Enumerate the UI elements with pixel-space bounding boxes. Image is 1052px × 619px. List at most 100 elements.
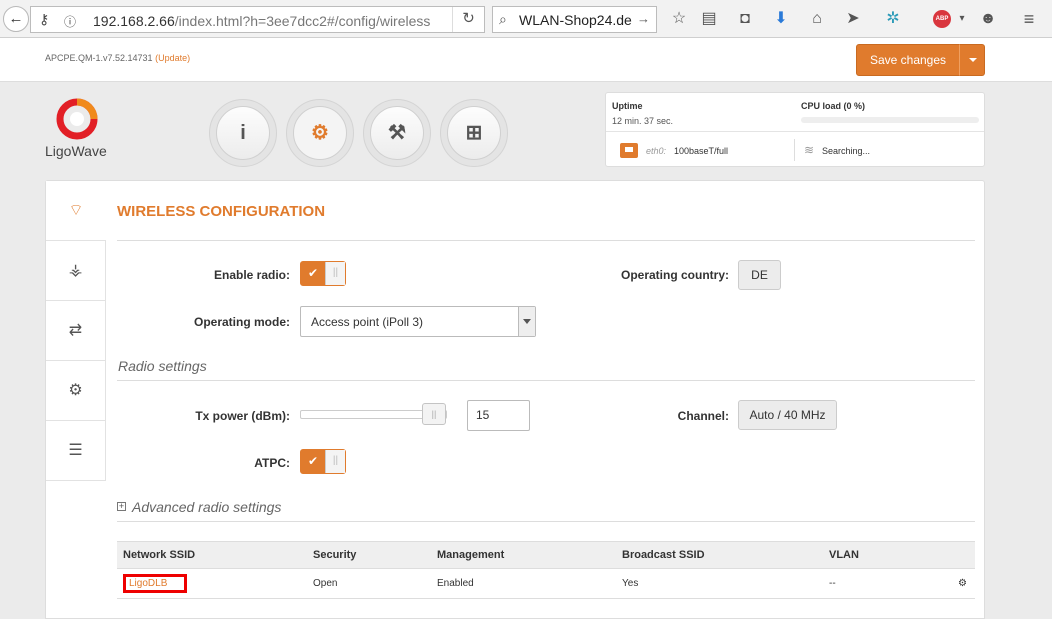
uptime-value: 12 min. 37 sec. bbox=[612, 116, 674, 126]
tx-power-slider-handle[interactable]: || bbox=[422, 403, 446, 425]
ethernet-port-icon bbox=[620, 143, 638, 158]
col-network-ssid: Network SSID bbox=[117, 541, 307, 569]
advanced-divider bbox=[117, 521, 975, 522]
operating-country-label: Operating country: bbox=[620, 268, 729, 282]
wireless-status: Searching... bbox=[822, 146, 871, 156]
cpu-load-label: CPU load (0 %) bbox=[801, 101, 866, 111]
nav-info-button[interactable]: i bbox=[209, 99, 277, 167]
ssid-link[interactable]: LigoDLB bbox=[123, 574, 187, 593]
ssid-table: Network SSID Security Management Broadca… bbox=[117, 541, 975, 599]
check-icon: ✔ bbox=[301, 450, 325, 473]
bookmark-star-icon[interactable]: ☆ bbox=[668, 8, 690, 30]
toggle-knob: || bbox=[325, 450, 345, 473]
wifi-signal-icon: ≋ bbox=[804, 143, 815, 157]
reload-icon[interactable]: ↻ bbox=[452, 7, 484, 32]
home-icon[interactable]: ⌂ bbox=[806, 8, 828, 30]
sliders-icon: ☰ bbox=[68, 442, 83, 459]
operating-mode-value: Access point (iPoll 3) bbox=[311, 315, 424, 329]
tab-wireless[interactable]: ⌔ bbox=[46, 181, 106, 241]
col-actions bbox=[923, 541, 975, 569]
info-circle-icon[interactable]: ⓘ bbox=[64, 13, 76, 30]
send-icon[interactable]: ➤ bbox=[842, 8, 864, 30]
ssid-cell: LigoDLB bbox=[117, 568, 307, 599]
page-title: WIRELESS CONFIGURATION bbox=[117, 203, 326, 220]
back-arrow-icon[interactable]: ← bbox=[3, 6, 29, 32]
tab-system[interactable]: ☰ bbox=[46, 421, 106, 481]
col-broadcast-ssid: Broadcast SSID bbox=[616, 541, 823, 569]
hamburger-menu-icon[interactable]: ≡ bbox=[1018, 8, 1040, 30]
atpc-toggle[interactable]: ✔ || bbox=[300, 449, 346, 474]
medkit-icon: ⊞ bbox=[447, 106, 501, 160]
search-bar[interactable]: ⌕ WLAN-Shop24.de → bbox=[492, 6, 657, 33]
enable-radio-toggle[interactable]: ✔ || bbox=[300, 261, 346, 286]
update-link[interactable]: (Update) bbox=[155, 53, 190, 63]
col-vlan: VLAN bbox=[823, 541, 923, 569]
toggle-knob: || bbox=[325, 262, 345, 285]
management-cell: Enabled bbox=[431, 568, 616, 599]
tab-routing[interactable]: ⇄ bbox=[46, 301, 106, 361]
eth-name: eth0: bbox=[646, 146, 667, 156]
logo-text: LigoWave bbox=[45, 143, 107, 159]
tx-power-label: Tx power (dBm): bbox=[195, 409, 290, 423]
tab-network[interactable]: ⚶ bbox=[46, 241, 106, 301]
firmware-version: APCPE.QM-1.v7.52.14731 (Update) bbox=[45, 53, 190, 63]
chevron-down-icon[interactable]: ▾ bbox=[951, 8, 973, 30]
uptime-label: Uptime bbox=[612, 101, 643, 111]
channel-label: Channel: bbox=[677, 409, 729, 423]
title-divider bbox=[117, 240, 975, 241]
url-host: 192.168.2.66 bbox=[93, 13, 175, 29]
expand-plus-icon[interactable]: + bbox=[117, 502, 126, 511]
search-icon: ⌕ bbox=[499, 11, 507, 27]
status-divider bbox=[606, 131, 984, 132]
channel-button[interactable]: Auto / 40 MHz bbox=[738, 400, 837, 430]
gear-icon: ⚙ bbox=[293, 106, 347, 160]
browser-toolbar: ← ⚷ ⓘ 192.168.2.66/index.html?h=3ee7dcc2… bbox=[0, 0, 1052, 38]
search-text[interactable]: WLAN-Shop24.de bbox=[519, 12, 632, 28]
app-header: APCPE.QM-1.v7.52.14731 (Update) Save cha… bbox=[0, 38, 1052, 82]
adblock-plus-icon[interactable]: ABP bbox=[933, 10, 951, 28]
pocket-icon[interactable]: ◘ bbox=[734, 8, 756, 30]
nav-tools-button[interactable]: ⚒ bbox=[363, 99, 431, 167]
radio-settings-title: Radio settings bbox=[118, 358, 207, 374]
url-path: /index.html?h=3ee7dcc2#/config/wireless bbox=[174, 13, 431, 29]
smiley-icon[interactable]: ☻ bbox=[977, 8, 999, 30]
eth-value: 100baseT/full bbox=[674, 146, 729, 156]
operating-country-button[interactable]: DE bbox=[738, 260, 781, 290]
radio-settings-divider bbox=[117, 380, 975, 381]
gears-icon: ⚙ bbox=[68, 382, 83, 399]
col-security: Security bbox=[307, 541, 431, 569]
broadcast-cell: Yes bbox=[616, 568, 823, 599]
wifi-icon: ⌔ bbox=[68, 202, 84, 219]
save-dropdown-caret-icon[interactable] bbox=[959, 44, 985, 76]
transfer-arrows-icon: ⇄ bbox=[68, 322, 83, 339]
info-icon: i bbox=[216, 106, 270, 160]
table-row: LigoDLB Open Enabled Yes -- ⚙ bbox=[117, 568, 975, 599]
side-tabs: ⌔ ⚶ ⇄ ⚙ ☰ bbox=[46, 181, 106, 481]
network-extension-icon[interactable]: ✲ bbox=[882, 8, 904, 30]
nav-settings-button[interactable]: ⚙ bbox=[286, 99, 354, 167]
security-cell: Open bbox=[307, 568, 431, 599]
row-settings-gear-icon[interactable]: ⚙ bbox=[923, 568, 975, 599]
vlan-cell: -- bbox=[823, 568, 923, 599]
version-text: APCPE.QM-1.v7.52.14731 bbox=[45, 53, 153, 63]
tx-power-input[interactable]: 15 bbox=[467, 400, 530, 431]
address-bar[interactable]: ⚷ ⓘ 192.168.2.66/index.html?h=3ee7dcc2#/… bbox=[30, 6, 485, 33]
enable-radio-label: Enable radio: bbox=[213, 268, 290, 282]
chevron-down-icon bbox=[518, 307, 535, 336]
config-panel: ⌔ ⚶ ⇄ ⚙ ☰ WIRELESS CONFIGURATION Enable … bbox=[45, 180, 985, 619]
status-panel: Uptime 12 min. 37 sec. CPU load (0 %) et… bbox=[605, 92, 985, 167]
tools-icon: ⚒ bbox=[370, 106, 424, 160]
operating-mode-label: Operating mode: bbox=[193, 315, 290, 329]
operating-mode-select[interactable]: Access point (iPoll 3) bbox=[300, 306, 536, 337]
search-go-arrow-icon[interactable]: → bbox=[637, 11, 650, 26]
nav-support-button[interactable]: ⊞ bbox=[440, 99, 508, 167]
reading-list-icon[interactable]: ▤ bbox=[698, 8, 720, 30]
table-header-row: Network SSID Security Management Broadca… bbox=[117, 541, 975, 569]
url-text[interactable]: 192.168.2.66/index.html?h=3ee7dcc2#/conf… bbox=[93, 13, 430, 29]
atpc-label: ATPC: bbox=[254, 456, 290, 470]
key-icon[interactable]: ⚷ bbox=[39, 11, 49, 28]
advanced-radio-settings-toggle[interactable]: Advanced radio settings bbox=[132, 499, 281, 515]
tab-services[interactable]: ⚙ bbox=[46, 361, 106, 421]
save-changes-button[interactable]: Save changes bbox=[856, 44, 960, 76]
download-arrow-icon[interactable]: ⬇ bbox=[770, 8, 792, 30]
